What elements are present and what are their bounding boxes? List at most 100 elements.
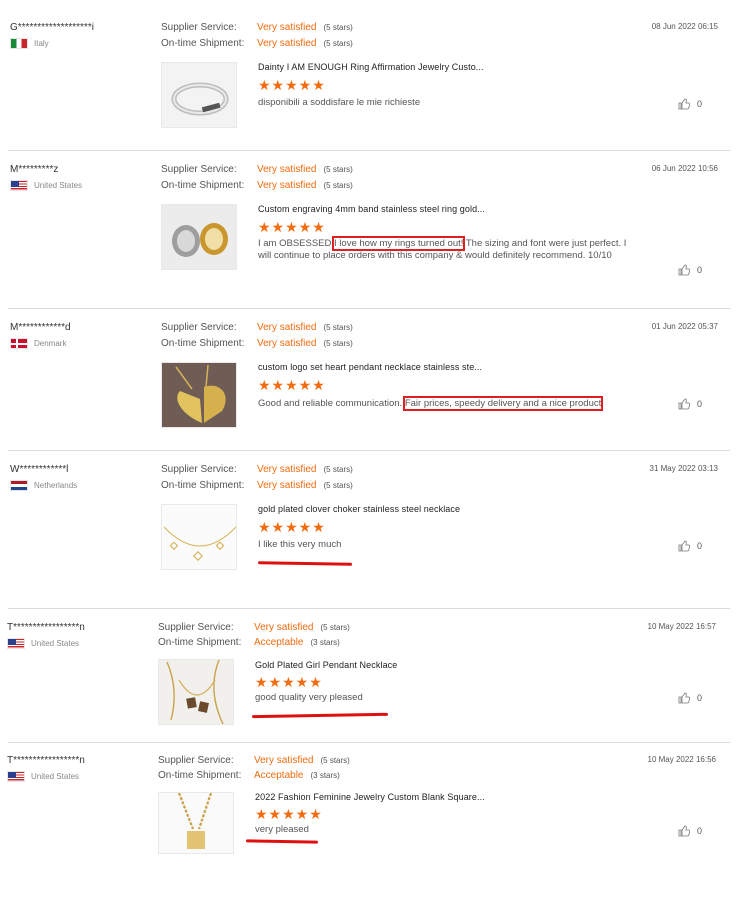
buyer-name: T*****************n — [7, 622, 85, 633]
product-thumbnail[interactable] — [161, 204, 237, 270]
product-title[interactable]: Custom engraving 4mm band stainless stee… — [258, 204, 485, 214]
supplier-service-rating: Supplier Service: Very satisfied (5 star… — [158, 622, 350, 633]
square-pendant-image-icon — [159, 793, 233, 853]
review-comment: I like this very much — [258, 539, 342, 550]
product-rating-stars: ★★★★★ — [258, 219, 326, 235]
metric-label: Supplier Service: — [161, 22, 237, 33]
italy-flag-icon — [10, 38, 28, 49]
country-name: United States — [34, 181, 83, 190]
review-divider — [8, 308, 730, 309]
thumbs-up-icon — [678, 264, 690, 276]
review-divider — [8, 742, 730, 743]
ontime-shipment-rating: On-time Shipment: Acceptable (3 stars) — [158, 770, 340, 781]
like-count: 0 — [696, 826, 702, 836]
thumbs-up-icon — [678, 398, 690, 410]
buyer-country: Netherlands — [10, 480, 77, 491]
highlighted-comment-text: I love how my rings turned out! — [332, 236, 466, 251]
like-button[interactable]: 0 — [678, 98, 702, 110]
metric-value: Very satisfied — [254, 755, 314, 766]
heart-pendant-image-icon — [162, 363, 236, 427]
metric-stars: (5 stars) — [323, 181, 353, 190]
metric-stars: (5 stars) — [323, 481, 353, 490]
like-button[interactable]: 0 — [678, 825, 702, 837]
metric-label: Supplier Service: — [158, 755, 234, 766]
metric-value: Very satisfied — [257, 164, 317, 175]
metric-value: Very satisfied — [257, 464, 317, 475]
product-title[interactable]: Dainty I AM ENOUGH Ring Affirmation Jewe… — [258, 62, 484, 72]
ontime-shipment-rating: On-time Shipment: Very satisfied (5 star… — [161, 338, 353, 349]
like-count: 0 — [696, 541, 702, 551]
product-title[interactable]: Gold Plated Girl Pendant Necklace — [255, 660, 397, 670]
country-name: Italy — [34, 39, 49, 48]
ring-image-icon — [162, 63, 236, 127]
red-underline-annotation — [257, 561, 353, 566]
metric-stars: (3 stars) — [310, 638, 340, 647]
denmark-flag-icon — [10, 338, 28, 349]
product-thumbnail[interactable] — [158, 659, 234, 725]
review-date: 10 May 2022 16:56 — [647, 755, 717, 764]
usa-flag-icon — [7, 638, 25, 649]
metric-label: Supplier Service: — [158, 622, 234, 633]
metric-stars: (5 stars) — [323, 323, 353, 332]
review-date: 31 May 2022 03:13 — [649, 464, 719, 473]
like-count: 0 — [696, 265, 702, 275]
metric-stars: (5 stars) — [320, 623, 350, 632]
review-date: 01 Jun 2022 05:37 — [651, 322, 718, 331]
metric-stars: (5 stars) — [323, 339, 353, 348]
metric-label: On-time Shipment: — [158, 637, 242, 648]
ontime-shipment-rating: On-time Shipment: Very satisfied (5 star… — [161, 38, 353, 49]
like-button[interactable]: 0 — [678, 692, 702, 704]
metric-stars: (5 stars) — [320, 756, 350, 765]
like-count: 0 — [696, 399, 702, 409]
metric-value: Very satisfied — [257, 22, 317, 33]
supplier-service-rating: Supplier Service: Very satisfied (5 star… — [161, 22, 353, 33]
metric-label: Supplier Service: — [161, 322, 237, 333]
review-divider — [8, 608, 730, 609]
product-thumbnail[interactable] — [161, 362, 237, 428]
ontime-shipment-rating: On-time Shipment: Acceptable (3 stars) — [158, 637, 340, 648]
product-title[interactable]: gold plated clover choker stainless stee… — [258, 504, 460, 514]
review-divider — [8, 450, 730, 451]
rings-image-icon — [162, 205, 236, 269]
buyer-name: M*********z — [10, 164, 59, 175]
product-rating-stars: ★★★★★ — [258, 77, 326, 93]
metric-label: On-time Shipment: — [161, 38, 245, 49]
metric-label: On-time Shipment: — [161, 480, 245, 491]
product-thumbnail[interactable] — [161, 62, 237, 128]
metric-label: On-time Shipment: — [161, 338, 245, 349]
buyer-name: W************l — [10, 464, 69, 475]
product-rating-stars: ★★★★★ — [258, 519, 326, 535]
product-thumbnail[interactable] — [158, 792, 234, 854]
metric-stars: (5 stars) — [323, 465, 353, 474]
buyer-country: Denmark — [10, 338, 66, 349]
comment-text: Good and reliable communication. — [258, 398, 405, 409]
highlighted-comment-text: Fair prices, speedy delivery and a nice … — [402, 396, 604, 411]
product-thumbnail[interactable] — [161, 504, 237, 570]
metric-label: Supplier Service: — [161, 164, 237, 175]
buyer-name: M************d — [10, 322, 71, 333]
like-count: 0 — [696, 693, 702, 703]
metric-stars: (5 stars) — [323, 165, 353, 174]
metric-label: On-time Shipment: — [161, 180, 245, 191]
supplier-service-rating: Supplier Service: Very satisfied (5 star… — [161, 164, 353, 175]
like-button[interactable]: 0 — [678, 398, 702, 410]
product-title[interactable]: 2022 Fashion Feminine Jewelry Custom Bla… — [255, 792, 485, 802]
product-title[interactable]: custom logo set heart pendant necklace s… — [258, 362, 482, 372]
metric-value: Very satisfied — [254, 622, 314, 633]
ontime-shipment-rating: On-time Shipment: Very satisfied (5 star… — [161, 480, 353, 491]
metric-value: Very satisfied — [257, 322, 317, 333]
buyer-name: T*****************n — [7, 755, 85, 766]
buyer-country: United States — [10, 180, 82, 191]
country-name: United States — [31, 639, 80, 648]
comment-text: I am OBSESSED — [258, 238, 335, 249]
like-button[interactable]: 0 — [678, 264, 702, 276]
buyer-name: G*******************i — [10, 22, 94, 33]
metric-value: Very satisfied — [257, 180, 317, 191]
metric-value: Acceptable — [254, 770, 304, 781]
buyer-country: United States — [7, 638, 79, 649]
thumbs-up-icon — [678, 540, 690, 552]
like-button[interactable]: 0 — [678, 540, 702, 552]
girl-pendant-image-icon — [159, 660, 233, 724]
metric-value: Very satisfied — [257, 38, 317, 49]
metric-value: Acceptable — [254, 637, 304, 648]
